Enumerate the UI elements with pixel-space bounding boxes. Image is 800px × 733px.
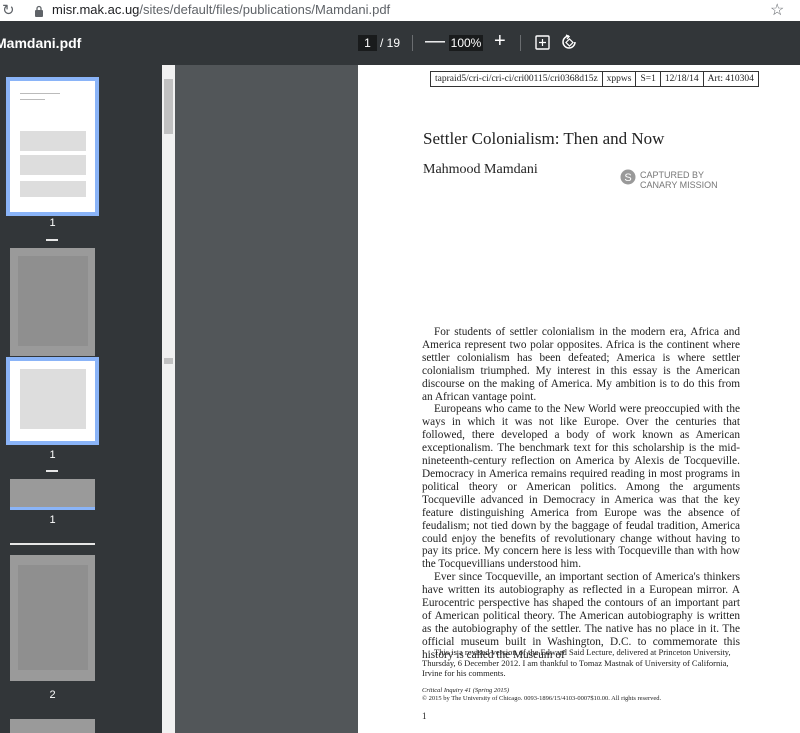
- thumbnail-label: 1: [49, 217, 56, 229]
- article-title: Settler Colonialism: Then and Now: [423, 129, 665, 148]
- bookmark-star-icon[interactable]: ☆: [770, 0, 784, 20]
- header-cell: Art: 410304: [707, 74, 754, 84]
- thumbnail-sidebar[interactable]: 1 1 1 2: [0, 65, 162, 733]
- thumbnail-label: 1: [49, 514, 56, 526]
- zoom-out-button[interactable]: —: [425, 30, 445, 53]
- zoom-in-button[interactable]: +: [494, 30, 506, 53]
- fit-to-page-icon[interactable]: [535, 35, 550, 55]
- page-number-input[interactable]: 1: [358, 35, 377, 51]
- svg-text:S: S: [624, 172, 631, 184]
- zoom-level-input[interactable]: 100%: [449, 35, 483, 51]
- reload-icon[interactable]: ↻: [2, 1, 15, 19]
- thumbnail-page[interactable]: [10, 555, 95, 681]
- footnote-text: This is a revised version of the Edward …: [422, 647, 731, 678]
- pdf-toolbar: Mamdani.pdf 1 / 19 — 100% +: [0, 21, 800, 65]
- lock-icon[interactable]: [34, 4, 44, 22]
- url-field[interactable]: misr.mak.ac.ug/sites/default/files/publi…: [52, 2, 390, 17]
- rotate-icon[interactable]: [561, 34, 577, 55]
- thumbnail-page[interactable]: [6, 77, 99, 216]
- canary-mission-logo-icon: S: [620, 169, 636, 190]
- url-path: /sites/default/files/publications/Mamdan…: [139, 2, 391, 17]
- thumbnail-page[interactable]: [10, 479, 95, 510]
- sidebar-scrollbar-thumb[interactable]: [164, 79, 173, 134]
- paragraph: For students of settler colonialism in t…: [422, 326, 740, 403]
- file-title: Mamdani.pdf: [0, 35, 82, 51]
- article-body: For students of settler colonialism in t…: [422, 326, 740, 662]
- thumbnail-page[interactable]: [10, 719, 95, 733]
- footnote: This is a revised version of the Edward …: [422, 647, 740, 679]
- thumbnail-divider: [10, 543, 95, 545]
- journal-line: Critical Inquiry 41 (Spring 2015): [422, 687, 510, 694]
- address-bar: ↻ misr.mak.ac.ug/sites/default/files/pub…: [0, 0, 800, 21]
- paragraph: Europeans who came to the New World were…: [422, 403, 740, 571]
- pdf-page: tapraid5/cri-ci/cri-ci/cri00115/cri0368d…: [358, 65, 800, 733]
- stamp-line: CANARY MISSION: [640, 180, 718, 190]
- header-cell: 12/18/14: [661, 72, 704, 86]
- capture-stamp: CAPTURED BY CANARY MISSION: [640, 170, 718, 190]
- thumbnail-label: 2: [49, 689, 56, 701]
- journal-info: Critical Inquiry 41 (Spring 2015) © 2015…: [422, 687, 740, 703]
- sidebar-scrollbar-marker: [164, 358, 173, 364]
- thumbnail-page[interactable]: [6, 357, 99, 445]
- toolbar-divider: [412, 35, 413, 51]
- typesetter-header: tapraid5/cri-ci/cri-ci/cri00115/cri0368d…: [430, 71, 759, 87]
- thumbnail-divider: [46, 470, 58, 472]
- thumbnail-page[interactable]: [10, 248, 95, 356]
- journal-line: © 2015 by The University of Chicago. 009…: [422, 695, 662, 702]
- viewer-background: [175, 65, 358, 733]
- toolbar-divider: [520, 35, 521, 51]
- article-author: Mahmood Mamdani: [423, 162, 538, 177]
- page-total: / 19: [380, 36, 401, 50]
- header-cell: xppws: [603, 72, 637, 86]
- header-cell: tapraid5/cri-ci/cri-ci/cri00115/cri0368d…: [431, 72, 603, 86]
- thumbnail-label: 1: [49, 449, 56, 461]
- page-number: 1: [422, 711, 427, 721]
- thumbnail-divider: [46, 239, 58, 241]
- stamp-line: CAPTURED BY: [640, 170, 705, 180]
- sidebar-scrollbar[interactable]: [162, 65, 175, 733]
- url-host: misr.mak.ac.ug: [52, 2, 140, 17]
- header-cell: S=1: [636, 72, 661, 86]
